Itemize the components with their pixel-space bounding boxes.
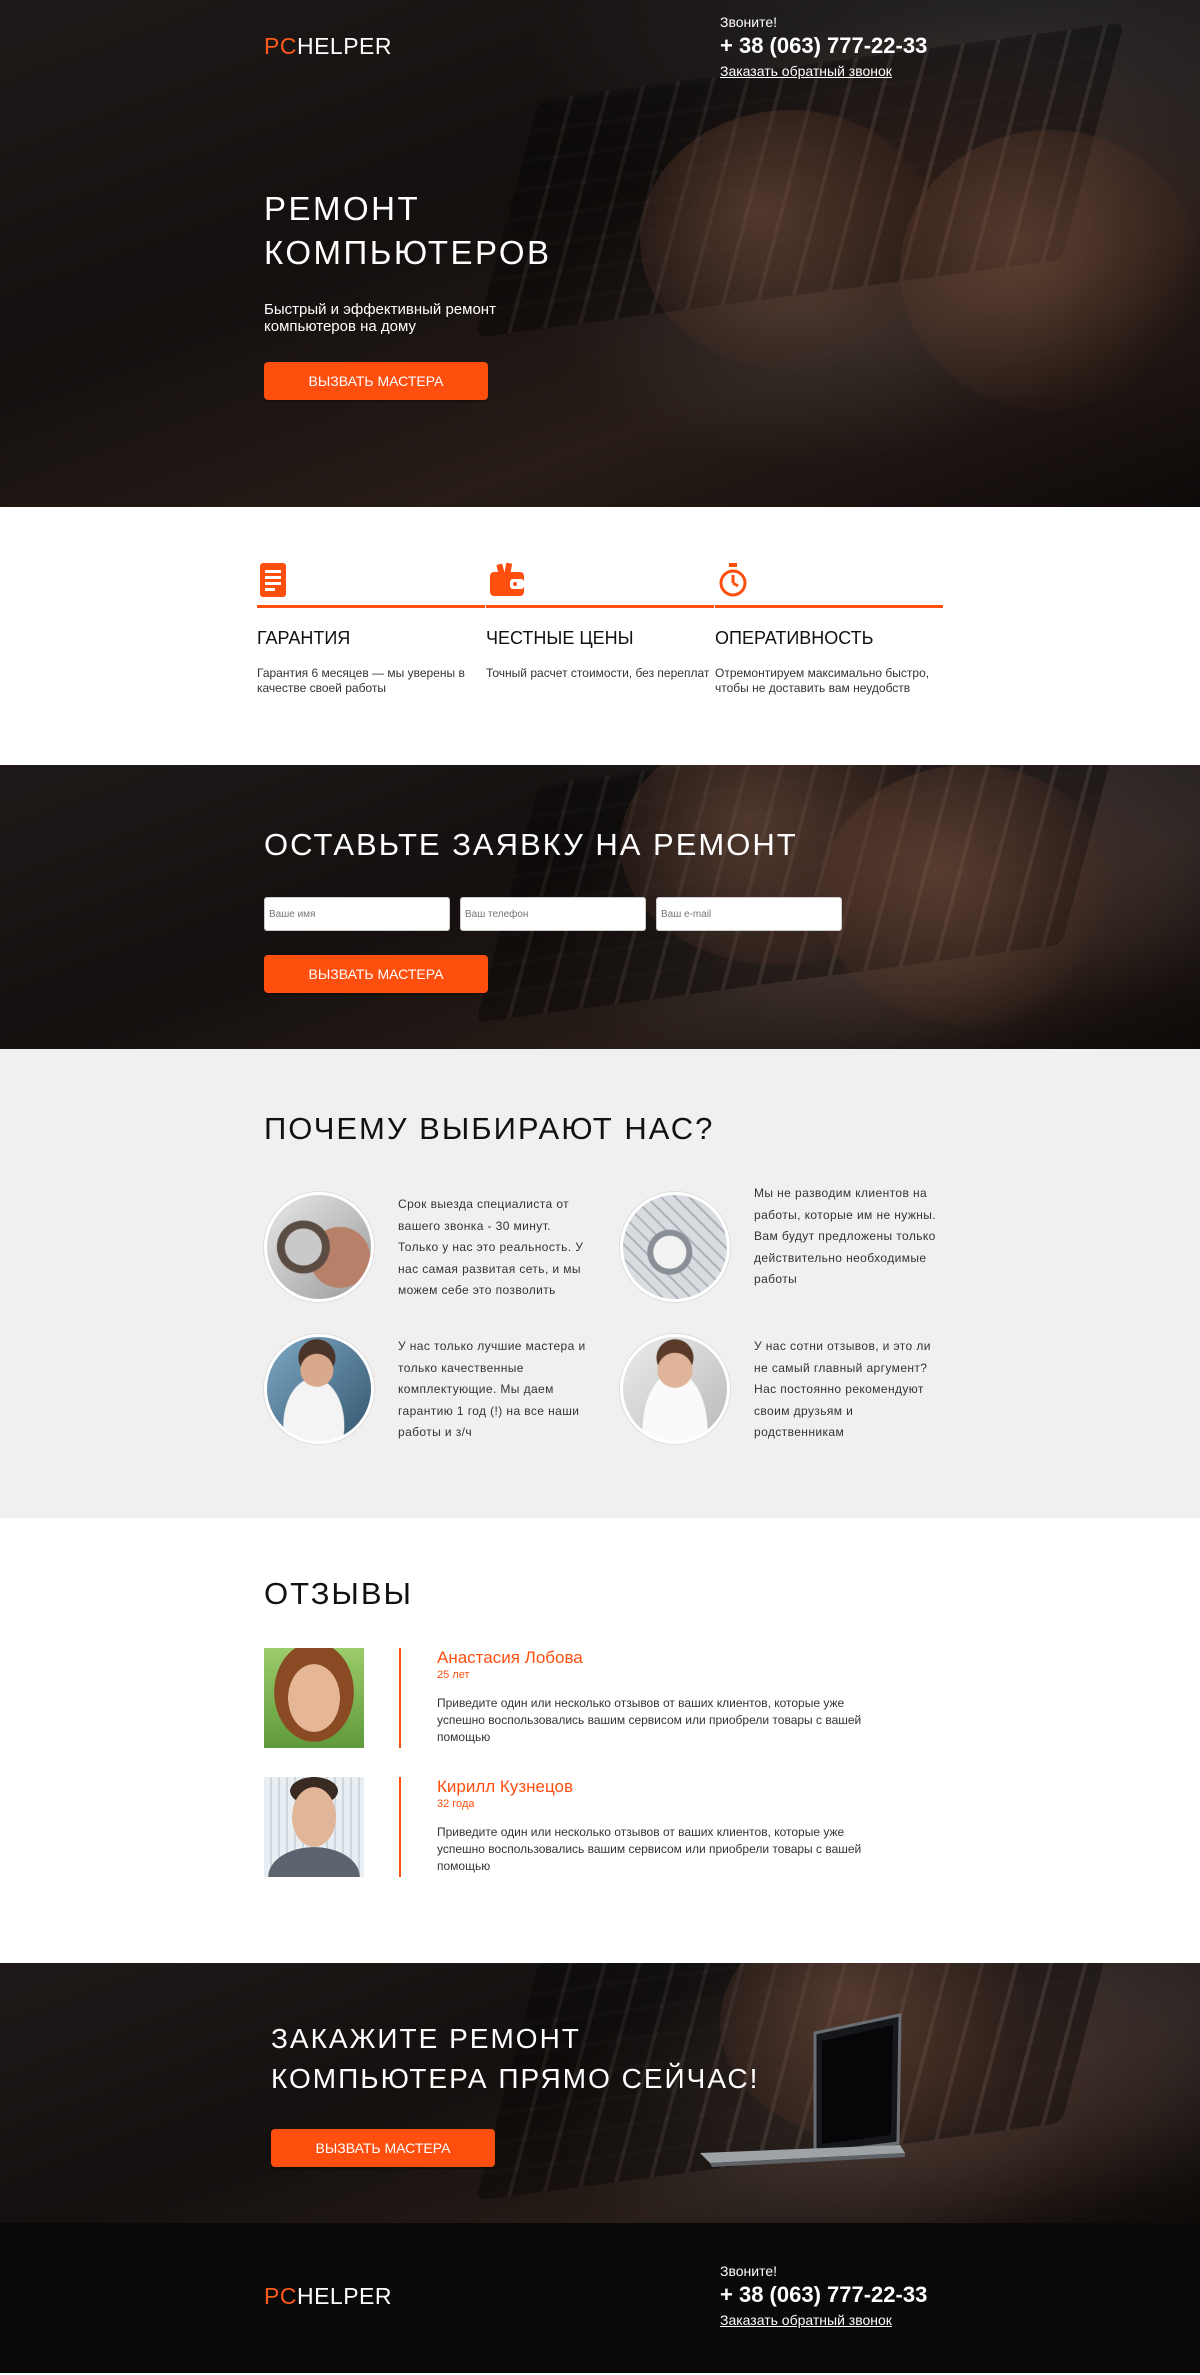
form-title: ОСТАВЬТЕ ЗАЯВКУ НА РЕМОНТ [264,827,798,862]
review-text: Приведите один или несколько отзывов от … [437,1696,862,1744]
laptop-icon [700,2013,905,2167]
why-text: Срок выезда специалиста от вашего звонка… [398,1197,584,1297]
hero-subtitle: Быстрый и эффективный ремонт компьютеров… [264,301,496,335]
feature-title: ЧЕСТНЫЕ ЦЕНЫ [486,628,634,648]
feature-warranty: ГАРАНТИЯ Гарантия 6 месяцев — мы уверены… [257,562,485,696]
review-name: Кирилл Кузнецов [437,1777,573,1796]
callback-link[interactable]: Заказать обратный звонок [720,63,927,79]
call-master-button[interactable]: Вызвать мастера [264,362,488,400]
feature-title: ОПЕРАТИВНОСТЬ [715,628,874,648]
review-name: Анастасия Лобова [437,1648,583,1667]
cta-section: ЗАКАЖИТЕ РЕМОНТ КОМПЬЮТЕРА ПРЯМО СЕЙЧАС!… [0,1963,1200,2223]
cta-call-master-button[interactable]: Вызвать мастера [271,2129,495,2167]
feature-prices: ЧЕСТНЫЕ ЦЕНЫ Точный расчет стоимости, бе… [486,562,714,681]
call-label: Звоните! [720,2263,778,2279]
feature-speed: ОПЕРАТИВНОСТЬ Отремонтируем максимально … [715,562,943,696]
why-title: ПОЧЕМУ ВЫБИРАЮТ НАС? [264,1111,715,1146]
review-text: Приведите один или несколько отзывов от … [437,1825,862,1873]
avatar [264,1777,364,1877]
review-age: 32 года [437,1798,475,1810]
email-input[interactable] [656,897,842,931]
form-submit-button[interactable]: Вызвать мастера [264,955,488,993]
wristwatch-photo [264,1192,374,1302]
name-input[interactable] [264,897,450,931]
hero-title: РЕМОНТ КОМПЬЮТЕРОВ [264,190,552,271]
reviews-section: ОТЗЫВЫ Анастасия Лобова 25 лет Приведите… [0,1518,1200,1963]
phone-number[interactable]: + 38 (063) 777-22-33 [720,2282,927,2308]
support-operator-photo [620,1334,730,1444]
review-item: Кирилл Кузнецов 32 года Приведите один и… [264,1777,904,1877]
phone-number[interactable]: + 38 (063) 777-22-33 [720,33,927,59]
footer-contact: Звоните! + 38 (063) 777-22-33 Заказать о… [720,2263,927,2328]
wallet-icon [490,562,524,596]
footer-logo[interactable]: PCHELPER [264,2283,392,2310]
feature-title: ГАРАНТИЯ [257,628,351,648]
review-item: Анастасия Лобова 25 лет Приведите один и… [264,1648,904,1748]
header: PCHELPER Звоните! + 38 (063) 777-22-33 З… [0,0,1200,90]
feature-text: Отремонтируем максимально быстро, чтобы … [715,666,930,695]
footer: PCHELPER Звоните! + 38 (063) 777-22-33 З… [0,2223,1200,2373]
technician-photo [264,1334,374,1444]
review-age: 25 лет [437,1669,470,1681]
feature-text: Гарантия 6 месяцев — мы уверены в качест… [257,666,465,695]
stopwatch-icon [719,563,747,597]
phone-input[interactable] [460,897,646,931]
document-icon [260,563,286,597]
request-form-section: ОСТАВЬТЕ ЗАЯВКУ НА РЕМОНТ Вызвать мастер… [0,765,1200,1049]
why-us-section: ПОЧЕМУ ВЫБИРАЮТ НАС? Срок выезда специал… [0,1049,1200,1518]
feature-text: Точный расчет стоимости, без переплат [486,666,710,680]
callback-link[interactable]: Заказать обратный звонок [720,2312,927,2328]
avatar [264,1648,364,1748]
why-text: У нас только лучшие мастера и только кач… [398,1339,586,1439]
hero-section: PCHELPER Звоните! + 38 (063) 777-22-33 З… [0,0,1200,507]
why-text: У нас сотни отзывов, и это ли не самый г… [754,1339,931,1439]
call-label: Звоните! [720,14,778,30]
reviews-title: ОТЗЫВЫ [264,1576,413,1611]
stethoscope-keyboard-photo [620,1192,730,1302]
why-text: Мы не разводим клиентов на работы, котор… [754,1186,937,1286]
features-section: ГАРАНТИЯ Гарантия 6 месяцев — мы уверены… [0,507,1200,765]
header-contact: Звоните! + 38 (063) 777-22-33 Заказать о… [720,14,927,79]
logo[interactable]: PCHELPER [264,33,392,60]
